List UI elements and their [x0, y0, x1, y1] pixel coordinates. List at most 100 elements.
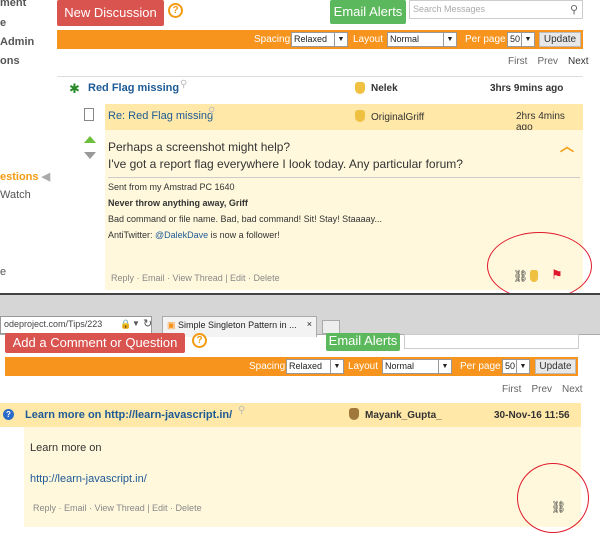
chevron-down-icon: ▼: [330, 360, 343, 373]
url-text: odeproject.com/Tips/223: [4, 319, 103, 329]
sidebar-item-questions[interactable]: estions ◀: [0, 170, 50, 183]
search-icon[interactable]: ⚲: [570, 3, 578, 16]
reply-row[interactable]: Re: Red Flag missing ⚲ OriginalGriff 2hr…: [105, 104, 583, 133]
pager-prev[interactable]: Prev: [537, 56, 558, 67]
pager: First Prev Next: [492, 384, 583, 395]
pager-first[interactable]: First: [502, 384, 521, 395]
email-alerts-button[interactable]: Email Alerts: [330, 0, 406, 24]
browser-toolbar: odeproject.com/Tips/223 🔒 ▼ ↻ ▣ Simple S…: [0, 293, 600, 337]
collapse-chevron-icon[interactable]: ︿: [560, 136, 574, 156]
help-icon[interactable]: ?: [168, 3, 183, 18]
question-icon: ?: [3, 409, 14, 420]
perpage-select[interactable]: 50 ▼: [502, 359, 530, 374]
thread-row[interactable]: ? Learn more on http://learn-javascript.…: [0, 403, 581, 427]
chevron-down-icon[interactable]: ▼: [132, 319, 140, 328]
thread-row[interactable]: ✱ Red Flag missing ⚲ Nelek 3hrs 9mins ag…: [57, 76, 583, 100]
sidebar-item[interactable]: ment: [0, 0, 26, 9]
message-line: I've got a report flag everywhere I look…: [108, 157, 463, 171]
pager-next[interactable]: Next: [562, 384, 583, 395]
perpage-select[interactable]: 50 ▼: [507, 32, 535, 47]
pager-prev[interactable]: Prev: [531, 384, 552, 395]
chevron-down-icon: ▼: [521, 33, 534, 46]
annotation-circle: [517, 463, 589, 533]
layout-value: Normal: [390, 34, 420, 44]
message-actions[interactable]: Reply · Email · View Thread | Edit · Del…: [111, 273, 280, 283]
reply-title[interactable]: Re: Red Flag missing: [108, 110, 213, 122]
member-badge-icon: [349, 408, 359, 420]
thread-title[interactable]: Red Flag missing: [88, 82, 179, 94]
message-actions[interactable]: Reply · Email · View Thread | Edit · Del…: [33, 503, 202, 513]
signature-line: AntiTwitter: @DalekDave is now a followe…: [108, 230, 280, 240]
email-alerts-button[interactable]: Email Alerts: [326, 333, 400, 351]
post-date: 30-Nov-16 11:56: [494, 410, 570, 421]
sidebar-item-label: estions: [0, 171, 39, 183]
signature-divider: [108, 177, 580, 178]
author-name[interactable]: Nelek: [371, 83, 398, 94]
twitter-link[interactable]: @DalekDave: [155, 230, 208, 240]
message-link[interactable]: http://learn-javascript.in/: [30, 473, 147, 485]
vote-down-icon[interactable]: [84, 152, 96, 159]
thread-title[interactable]: Learn more on http://learn-javascript.in…: [25, 409, 232, 421]
message-line: Learn more on: [30, 442, 102, 454]
options-bar: Spacing Relaxed ▼ Layout Normal ▼ Per page…: [5, 357, 578, 376]
browser-tab[interactable]: ▣ Simple Singleton Pattern in ... ×: [162, 316, 317, 337]
sidebar-item[interactable]: Watch: [0, 189, 31, 201]
layout-label: Layout: [348, 361, 379, 372]
search-placeholder: Search Messages: [413, 4, 486, 14]
favicon-icon: ▣: [167, 320, 176, 330]
spacing-select[interactable]: Relaxed ▼: [286, 359, 344, 374]
perpage-value: 50: [510, 34, 521, 44]
refresh-icon[interactable]: ↻: [143, 317, 152, 330]
search-input[interactable]: [404, 334, 579, 349]
sidebar-item[interactable]: e: [0, 17, 6, 29]
new-discussion-button[interactable]: New Discussion: [57, 0, 164, 26]
add-comment-button[interactable]: Add a Comment or Question: [5, 333, 185, 353]
chevron-down-icon: ▼: [443, 33, 456, 46]
perpage-label: Per page: [460, 361, 501, 372]
author-name[interactable]: OriginalGriff: [371, 112, 424, 123]
update-button[interactable]: Update: [539, 32, 581, 47]
signature-line: Never throw anything away, Griff: [108, 198, 248, 208]
message-body: Learn more on http://learn-javascript.in…: [24, 427, 581, 527]
spacing-label: Spacing: [249, 361, 286, 372]
layout-select[interactable]: Normal ▼: [382, 359, 452, 374]
sidebar-item[interactable]: Admin: [0, 36, 34, 48]
pager-first[interactable]: First: [508, 56, 527, 67]
pin-icon[interactable]: ⚲: [180, 79, 187, 90]
chevron-down-icon: ▼: [438, 360, 451, 373]
document-icon: [84, 108, 94, 121]
new-tab-button[interactable]: [322, 320, 340, 334]
vote-up-icon[interactable]: [84, 136, 96, 143]
author-name[interactable]: Mayank_Gupta_: [365, 410, 442, 421]
post-date: 3hrs 9mins ago: [490, 83, 564, 94]
pager-next[interactable]: Next: [568, 56, 589, 67]
search-input[interactable]: Search Messages ⚲: [409, 0, 583, 19]
caret-left-icon: ◀: [41, 171, 51, 183]
perpage-value: 50: [505, 361, 516, 371]
spacing-value: Relaxed: [289, 361, 323, 371]
chevron-down-icon: ▼: [516, 360, 529, 373]
layout-value: Normal: [385, 361, 415, 371]
layout-select[interactable]: Normal ▼: [387, 32, 457, 47]
annotation-circle: [487, 232, 592, 300]
pin-icon[interactable]: ⚲: [238, 405, 245, 416]
member-badge-icon: [355, 110, 365, 122]
sidebar-item[interactable]: ons: [0, 55, 20, 67]
tab-close-icon[interactable]: ×: [307, 319, 312, 329]
spacing-select[interactable]: Relaxed ▼: [291, 32, 348, 47]
options-bar: Spacing Relaxed ▼ Layout Normal ▼ Per page…: [57, 30, 583, 49]
sidebar-item[interactable]: e: [0, 266, 6, 278]
signature-line: Sent from my Amstrad PC 1640: [108, 182, 235, 192]
signature-text: AntiTwitter:: [108, 230, 156, 240]
signature-line: Bad command or file name. Bad, bad comma…: [108, 214, 382, 224]
spacing-label: Spacing: [254, 34, 291, 45]
lock-icon: 🔒: [120, 319, 132, 329]
message-line: Perhaps a screenshot might help?: [108, 140, 291, 154]
help-icon[interactable]: ?: [192, 333, 207, 348]
signature-text: is now a follower!: [208, 230, 280, 240]
perpage-label: Per page: [465, 34, 506, 45]
spacing-value: Relaxed: [294, 34, 328, 44]
layout-label: Layout: [353, 34, 384, 45]
pin-icon[interactable]: ⚲: [208, 106, 215, 117]
update-button[interactable]: Update: [535, 359, 576, 374]
